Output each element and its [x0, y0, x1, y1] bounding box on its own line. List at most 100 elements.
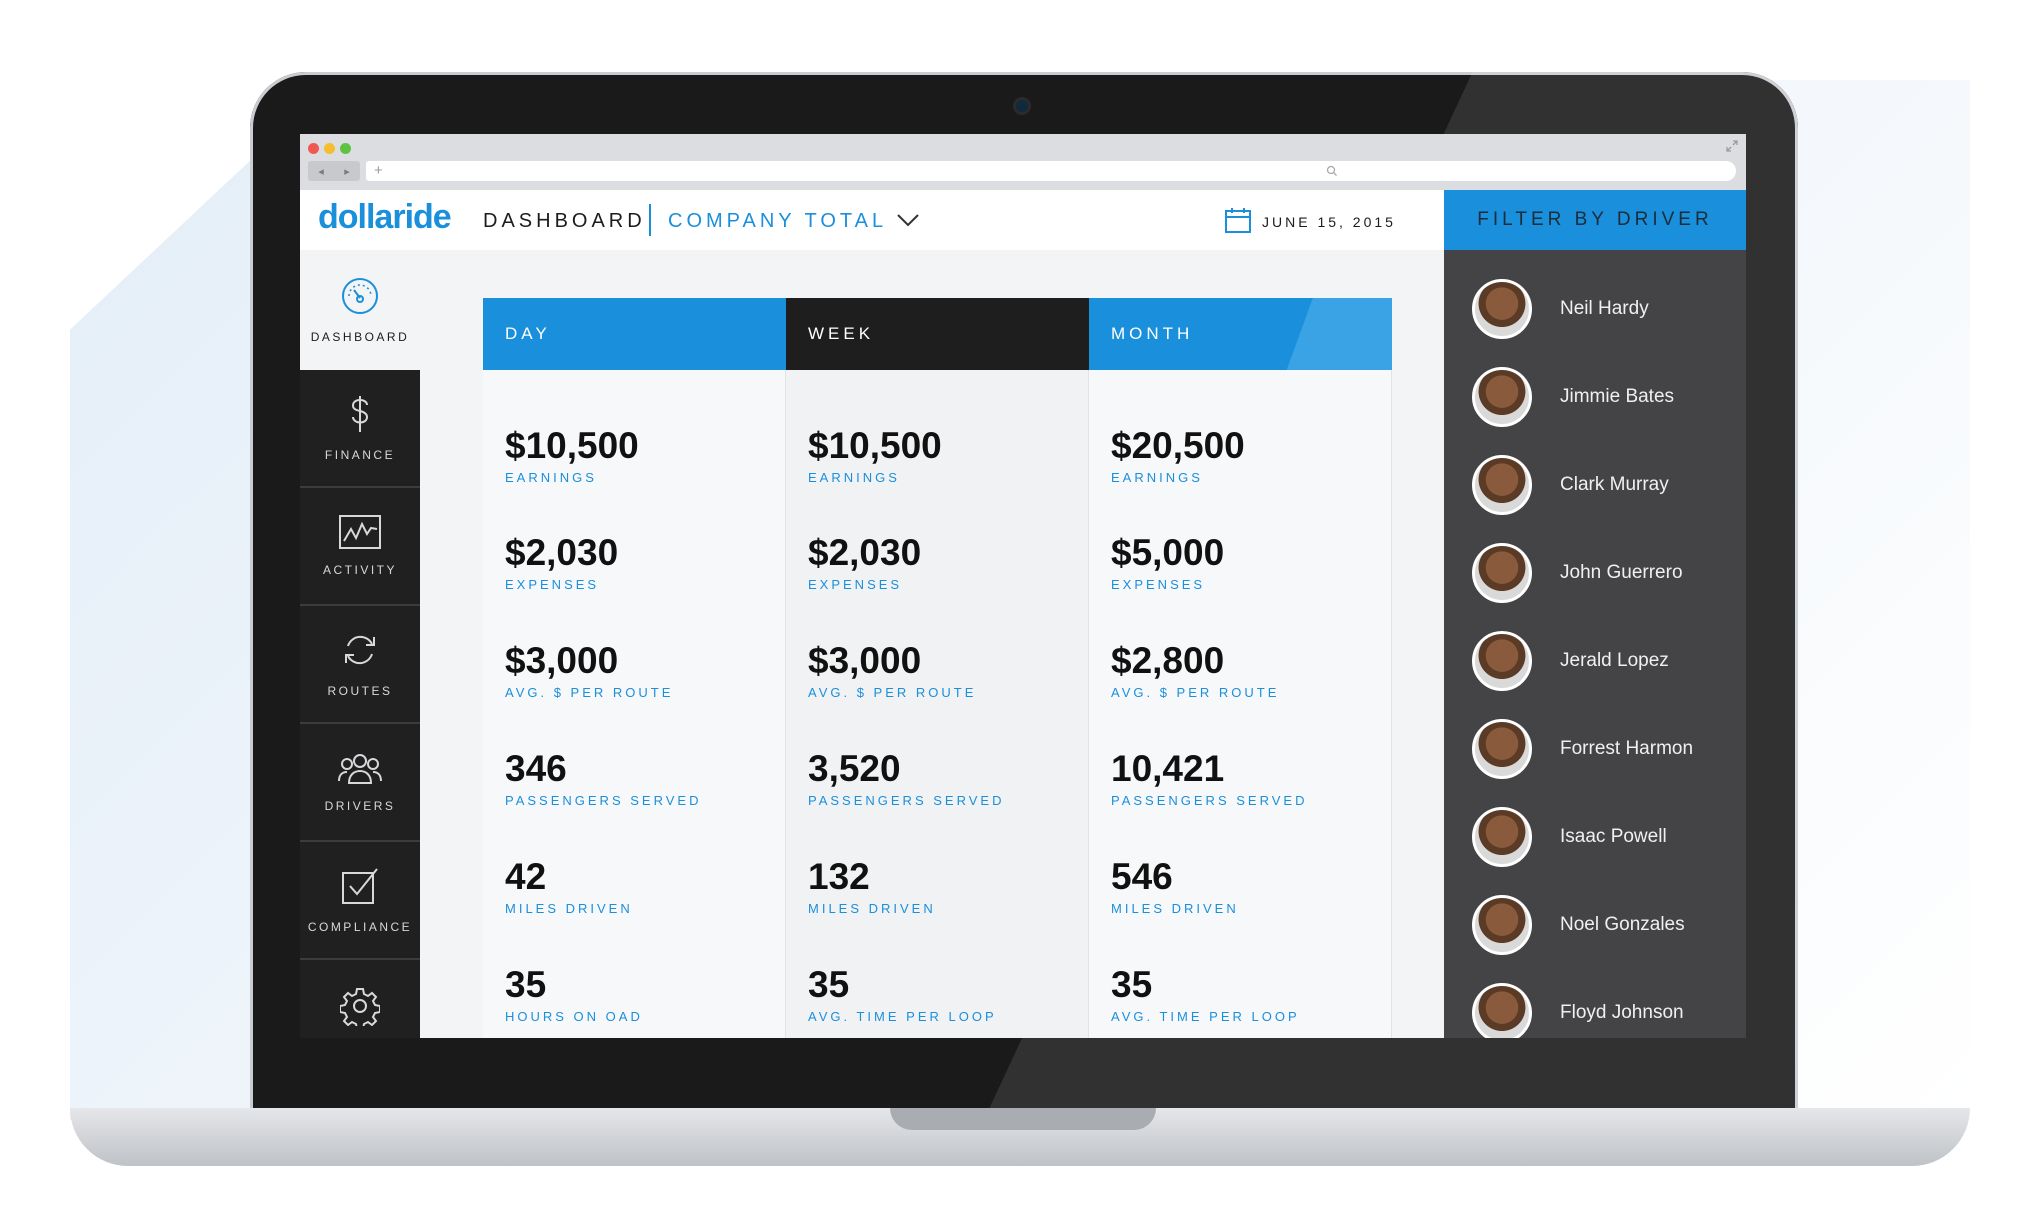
stat-label: MILES DRIVEN [1111, 901, 1239, 916]
sidebar-item-drivers[interactable]: DRIVERS [300, 724, 420, 842]
stat-label: EARNINGS [505, 470, 597, 485]
sidebar-item-label: COMPLIANCE [307, 920, 413, 934]
sidebar-item-label: ACTIVITY [322, 563, 397, 577]
driver-item[interactable]: Floyd Johnson [1472, 980, 1746, 1038]
driver-name: Jerald Lopez [1560, 650, 1669, 671]
driver-item[interactable]: Neil Hardy [1472, 276, 1746, 342]
driver-item[interactable]: Jimmie Bates [1472, 364, 1746, 430]
stat-label: MILES DRIVEN [505, 901, 633, 916]
address-bar[interactable]: + [366, 161, 1366, 181]
stat-earnings: $20,500 EARNINGS [1111, 424, 1245, 485]
laptop-notch [890, 1108, 1156, 1130]
month-stats-column: $20,500 EARNINGS $5,000 EXPENSES $2,800 … [1089, 370, 1392, 1038]
avatar [1472, 895, 1532, 955]
stat-miles: 132 MILES DRIVEN [808, 855, 936, 916]
sidebar-item-activity[interactable]: ACTIVITY [300, 488, 420, 606]
stat-value: 10,421 [1111, 748, 1225, 789]
stat-miles: 42 MILES DRIVEN [505, 855, 633, 916]
tab-month[interactable]: MONTH [1089, 298, 1392, 370]
refresh-icon [345, 635, 375, 665]
stat-label: MILES DRIVEN [808, 901, 936, 916]
new-tab-icon[interactable]: + [374, 162, 383, 179]
stat-value: 3,520 [808, 748, 901, 789]
stat-label: HOURS ON OAD [505, 1009, 643, 1024]
stat-label: AVG. TIME PER LOOP [808, 1009, 997, 1024]
stat-value: $10,500 [505, 425, 639, 466]
chart-icon [339, 515, 381, 549]
history-nav: ◂ ▸ [308, 161, 360, 181]
dollar-icon [351, 396, 369, 432]
driver-item[interactable]: Jerald Lopez [1472, 628, 1746, 694]
stat-value: 35 [505, 964, 547, 1005]
avatar [1472, 983, 1532, 1038]
current-date[interactable]: JUNE 15, 2015 [1262, 214, 1396, 230]
sidebar: DASHBOARD FINANCE ACTIVITY ROUTES DRIVER… [300, 250, 420, 1038]
company-selector[interactable]: COMPANY TOTAL [668, 210, 887, 233]
page-title: DASHBOARD [483, 210, 646, 232]
stat-value: 35 [808, 964, 850, 1005]
week-stats-column: $10,500 EARNINGS $2,030 EXPENSES $3,000 … [786, 370, 1089, 1038]
driver-item[interactable]: Forrest Harmon [1472, 716, 1746, 782]
driver-name: John Guerrero [1560, 562, 1683, 583]
driver-name: Clark Murray [1560, 474, 1669, 495]
tab-week[interactable]: WEEK [786, 298, 1089, 370]
stat-value: $3,000 [808, 640, 922, 681]
stat-value: 546 [1111, 856, 1173, 897]
stat-miles: 546 MILES DRIVEN [1111, 855, 1239, 916]
driver-name: Isaac Powell [1560, 826, 1667, 847]
stat-label: EXPENSES [808, 577, 903, 592]
close-window-button[interactable] [308, 143, 319, 154]
forward-icon[interactable]: ▸ [344, 165, 350, 178]
sidebar-item-settings[interactable] [300, 960, 420, 1038]
stat-expenses: $2,030 EXPENSES [808, 531, 921, 592]
maximize-window-button[interactable] [340, 143, 351, 154]
app-header: dollaride DASHBOARD COMPANY TOTAL JUNE 1… [300, 190, 1444, 250]
sidebar-item-dashboard[interactable]: DASHBOARD [300, 250, 420, 370]
stat-label: EARNINGS [1111, 470, 1203, 485]
driver-item[interactable]: John Guerrero [1472, 540, 1746, 606]
stat-label: PASSENGERS SERVED [505, 793, 702, 808]
back-icon[interactable]: ◂ [318, 165, 324, 178]
sidebar-item-compliance[interactable]: COMPLIANCE [300, 842, 420, 960]
driver-name: Noel Gonzales [1560, 914, 1685, 935]
stat-value: $5,000 [1111, 532, 1225, 573]
checkbox-icon [342, 868, 378, 904]
driver-item[interactable]: Isaac Powell [1472, 804, 1746, 870]
sidebar-item-label: FINANCE [324, 448, 396, 462]
calendar-icon[interactable] [1224, 206, 1252, 234]
stat-value: 35 [1111, 964, 1153, 1005]
people-icon [338, 754, 382, 784]
filter-by-driver-header: FILTER BY DRIVER [1444, 190, 1746, 250]
driver-item[interactable]: Clark Murray [1472, 452, 1746, 518]
sidebar-item-label: DASHBOARD [310, 330, 410, 344]
stat-value: $2,030 [505, 532, 619, 573]
dollaride-logo[interactable]: dollaride [318, 198, 452, 237]
stat-earnings: $10,500 EARNINGS [808, 424, 942, 485]
stat-label: EARNINGS [808, 470, 900, 485]
search-icon [1326, 165, 1337, 176]
stat-value: $20,500 [1111, 425, 1245, 466]
expand-icon[interactable] [1726, 140, 1738, 152]
stat-value: $2,030 [808, 532, 922, 573]
stat-label: EXPENSES [1111, 577, 1206, 592]
day-stats-column: $10,500 EARNINGS $2,030 EXPENSES $3,000 … [483, 370, 786, 1038]
driver-item[interactable]: Noel Gonzales [1472, 892, 1746, 958]
stat-avg-per-route: $3,000 AVG. $ PER ROUTE [505, 639, 673, 700]
driver-name: Forrest Harmon [1560, 738, 1694, 759]
tab-day[interactable]: DAY [483, 298, 786, 370]
sidebar-item-routes[interactable]: ROUTES [300, 606, 420, 724]
sidebar-item-finance[interactable]: FINANCE [300, 370, 420, 488]
stat-label: AVG. $ PER ROUTE [1111, 685, 1280, 700]
stat-avg-per-route: $2,800 AVG. $ PER ROUTE [1111, 639, 1279, 700]
screen: ◂ ▸ + dollaride DASHBOARD COMPANY TOTAL [300, 134, 1746, 1038]
driver-filter-panel: FILTER BY DRIVER Neil Hardy Jimmie Bates… [1444, 190, 1746, 1038]
chevron-down-icon[interactable] [895, 204, 921, 236]
stat-value: $10,500 [808, 425, 942, 466]
minimize-window-button[interactable] [324, 143, 335, 154]
sidebar-item-label: ROUTES [327, 684, 393, 698]
driver-name: Neil Hardy [1560, 298, 1649, 319]
stat-passengers: 10,421 PASSENGERS SERVED [1111, 747, 1307, 808]
browser-search-input[interactable] [1318, 161, 1736, 181]
stat-expenses: $5,000 EXPENSES [1111, 531, 1224, 592]
stat-label: AVG. $ PER ROUTE [808, 685, 977, 700]
